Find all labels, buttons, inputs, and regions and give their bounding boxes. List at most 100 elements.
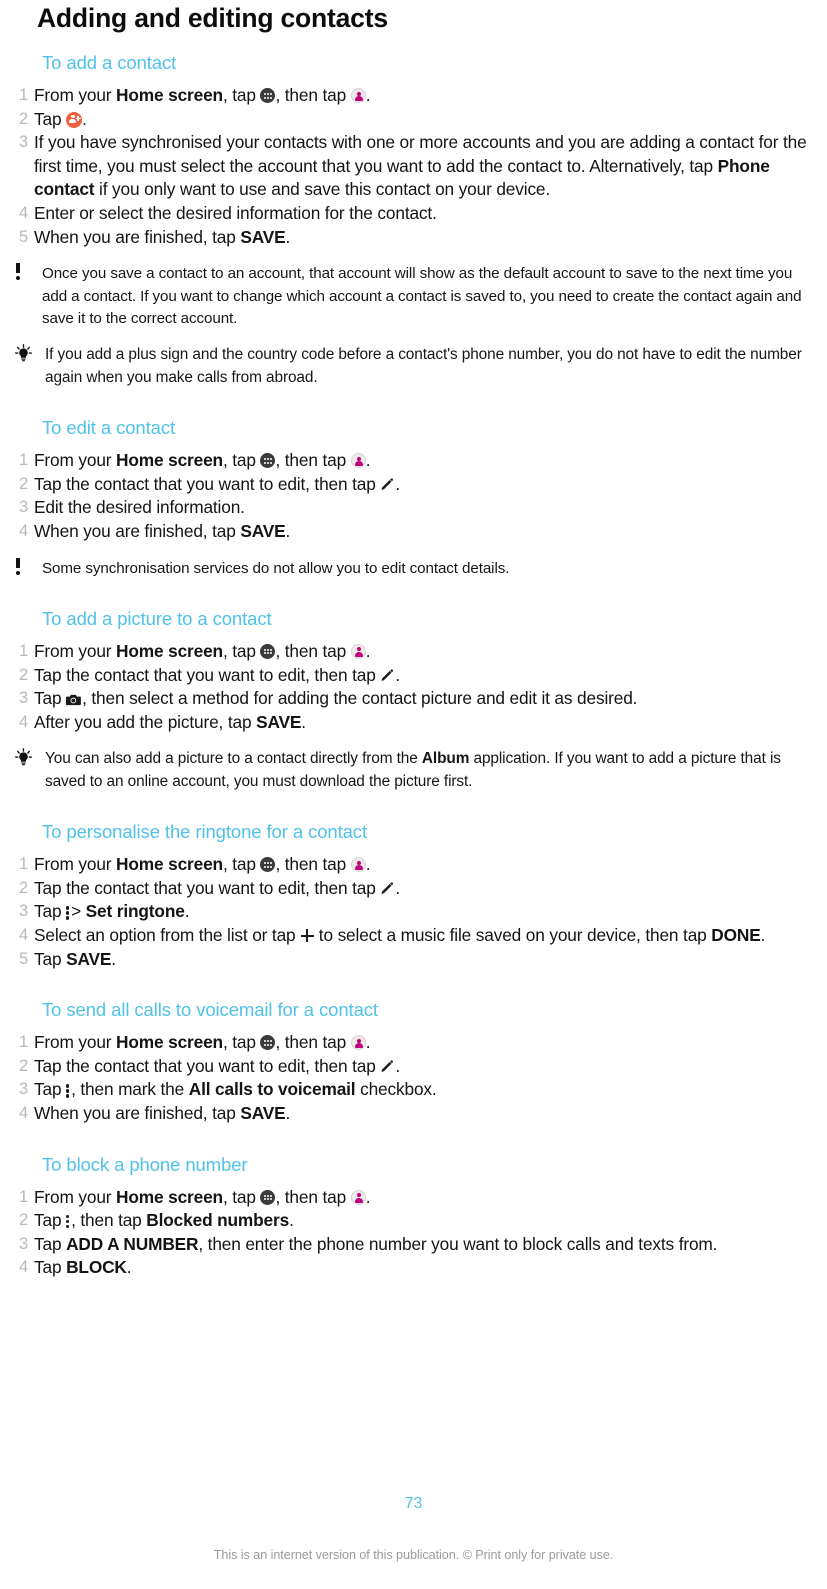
lightbulb-tip-icon bbox=[14, 344, 33, 363]
note-icon-slot bbox=[10, 344, 42, 363]
list-item: 3 Tap , then select a method for adding t… bbox=[10, 687, 817, 711]
section-heading: To block a phone number bbox=[42, 1153, 248, 1175]
section-heading: To send all calls to voicemail for a con… bbox=[42, 999, 378, 1021]
note-icon-slot bbox=[10, 557, 42, 577]
list-item: 1 From your Home screen, tap , then tap . bbox=[10, 84, 817, 108]
overflow-menu-icon bbox=[66, 1213, 71, 1229]
lightbulb-tip-icon bbox=[14, 748, 33, 767]
plus-icon bbox=[300, 929, 314, 943]
step-number: 1 bbox=[19, 451, 29, 470]
overflow-menu-icon bbox=[66, 1082, 71, 1098]
contacts-icon bbox=[350, 453, 366, 469]
step-number: 2 bbox=[19, 1211, 29, 1230]
pencil-icon bbox=[380, 879, 395, 894]
emphasised-term: Blocked numbers bbox=[146, 1210, 290, 1231]
step-text: Tap , then select a method for adding th… bbox=[34, 688, 638, 709]
step-number: 5 bbox=[19, 227, 29, 246]
sections-container: To add a contact 1 From your Home screen, … bbox=[10, 52, 817, 1280]
camera-icon bbox=[65, 689, 82, 706]
procedure-section: To edit a contact 1 From your Home screen,… bbox=[10, 417, 817, 580]
step-list: 1 From your Home screen, tap , then tap .… bbox=[10, 84, 817, 249]
page-title: Adding and editing contacts bbox=[37, 3, 388, 33]
note-icon-slot bbox=[10, 748, 42, 767]
section-heading: To personalise the ringtone for a contac… bbox=[42, 821, 367, 843]
emphasised-term: Home screen bbox=[116, 85, 223, 105]
contacts-icon bbox=[350, 88, 366, 103]
step-number: 3 bbox=[19, 902, 29, 921]
step-number: 2 bbox=[19, 1056, 29, 1075]
emphasised-term: Phone contact bbox=[34, 155, 770, 200]
step-text: Tap , then mark the All calls to voicema… bbox=[34, 1079, 437, 1100]
emphasised-term: Home screen bbox=[116, 1032, 223, 1053]
list-item: 4 When you are finished, tap SAVE. bbox=[10, 520, 817, 544]
step-number: 4 bbox=[19, 712, 29, 731]
pencil-icon bbox=[380, 666, 395, 681]
list-item: 2 Tap the contact that you want to edit, … bbox=[10, 664, 817, 688]
note-text: Once you save a contact to an account, t… bbox=[42, 265, 802, 327]
list-item: 3 Tap ADD A NUMBER, then enter the phone … bbox=[10, 1233, 817, 1257]
page-number: 73 bbox=[404, 1495, 423, 1512]
procedure-section: To personalise the ringtone for a contac… bbox=[10, 821, 817, 971]
emphasised-term: Home screen bbox=[116, 450, 223, 471]
warning-note: Once you save a contact to an account, t… bbox=[10, 263, 817, 330]
list-item: 3 Tap > Set ringtone. bbox=[10, 900, 817, 924]
list-item: 2 Tap the contact that you want to edit, … bbox=[10, 1055, 817, 1079]
warning-icon bbox=[14, 557, 24, 577]
add-contact-icon bbox=[66, 111, 83, 128]
step-number: 1 bbox=[19, 1033, 29, 1052]
step-number: 4 bbox=[19, 1258, 29, 1277]
list-item: 4 Select an option from the list or tap t… bbox=[10, 924, 817, 948]
manual-page: Adding and editing contacts To add a con… bbox=[0, 0, 827, 1589]
step-text: When you are finished, tap SAVE. bbox=[34, 226, 291, 247]
step-list: 1 From your Home screen, tap , then tap .… bbox=[10, 1031, 817, 1125]
step-number: 4 bbox=[19, 521, 29, 540]
step-text: Edit the desired information. bbox=[34, 497, 245, 518]
step-number: 3 bbox=[19, 689, 29, 708]
step-number: 5 bbox=[19, 949, 29, 968]
step-number: 1 bbox=[19, 641, 29, 660]
list-item: 4 When you are finished, tap SAVE. bbox=[10, 1102, 817, 1126]
step-text: From your Home screen, tap , then tap . bbox=[34, 85, 371, 105]
pencil-icon bbox=[380, 475, 395, 490]
step-text: From your Home screen, tap , then tap . bbox=[34, 854, 371, 875]
emphasised-term: Set ringtone bbox=[85, 901, 185, 922]
step-text: When you are finished, tap SAVE. bbox=[34, 520, 291, 541]
app-drawer-icon bbox=[260, 857, 276, 873]
step-text: Tap SAVE. bbox=[34, 948, 116, 969]
procedure-section: To send all calls to voicemail for a con… bbox=[10, 999, 817, 1125]
step-list: 1 From your Home screen, tap , then tap .… bbox=[10, 640, 817, 734]
list-item: 1 From your Home screen, tap , then tap . bbox=[10, 1031, 817, 1055]
step-text: From your Home screen, tap , then tap . bbox=[34, 640, 371, 661]
step-text: From your Home screen, tap , then tap . bbox=[34, 1186, 371, 1207]
list-item: 2 Tap the contact that you want to edit, … bbox=[10, 877, 817, 901]
contacts-icon bbox=[350, 1189, 366, 1205]
step-text: When you are finished, tap SAVE. bbox=[34, 1102, 291, 1123]
step-number: 4 bbox=[19, 1103, 29, 1122]
app-drawer-icon bbox=[260, 453, 276, 469]
emphasised-term: DONE bbox=[711, 924, 761, 945]
list-item: 1 From your Home screen, tap , then tap . bbox=[10, 640, 817, 664]
procedure-section: To block a phone number 1 From your Home s… bbox=[10, 1154, 817, 1280]
list-item: 3 Edit the desired information. bbox=[10, 496, 817, 520]
step-list: 1 From your Home screen, tap , then tap .… bbox=[10, 1186, 817, 1280]
step-text: From your Home screen, tap , then tap . bbox=[34, 450, 371, 471]
step-number: 3 bbox=[19, 133, 29, 152]
step-text: Tap the contact that you want to edit, t… bbox=[34, 664, 400, 685]
step-number: 2 bbox=[19, 878, 29, 897]
step-text: If you have synchronised your contacts w… bbox=[34, 132, 807, 200]
step-number: 2 bbox=[19, 109, 29, 128]
list-item: 1 From your Home screen, tap , then tap . bbox=[10, 449, 817, 473]
emphasised-term: SAVE bbox=[66, 948, 112, 969]
step-number: 4 bbox=[19, 203, 29, 222]
note-text: Some synchronisation services do not all… bbox=[42, 559, 510, 577]
